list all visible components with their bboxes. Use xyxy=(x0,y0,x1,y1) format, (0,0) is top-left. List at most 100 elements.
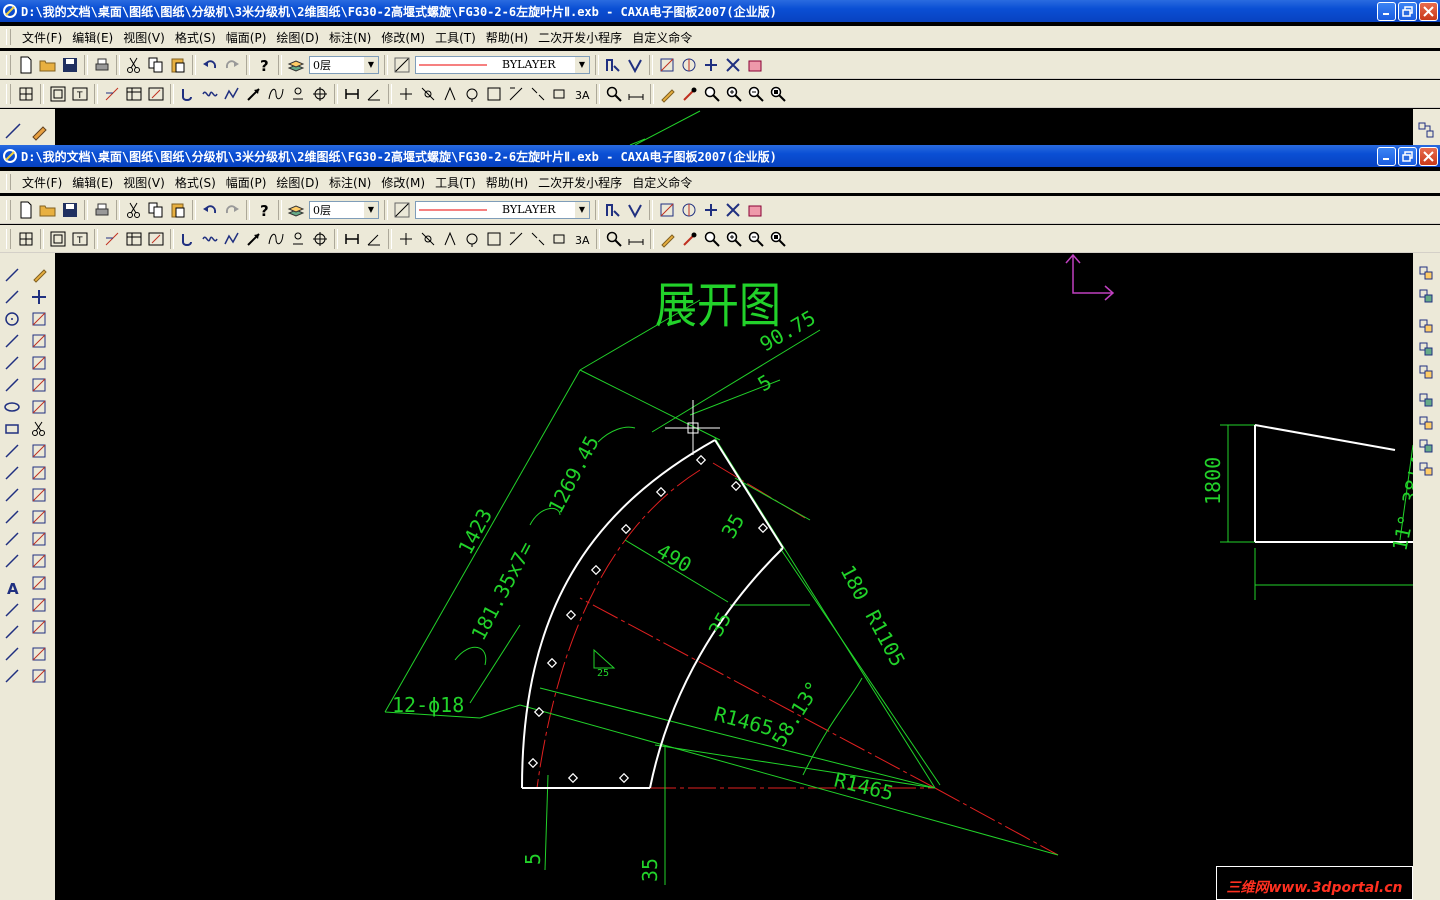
menu-edit[interactable]: 编辑(E) xyxy=(67,174,118,191)
hook-icon[interactable] xyxy=(178,84,198,104)
curve-icon[interactable] xyxy=(266,84,286,104)
center-mark-icon[interactable] xyxy=(310,229,330,249)
dim-c-icon[interactable] xyxy=(440,229,460,249)
dim-d-icon[interactable] xyxy=(462,229,482,249)
help-icon[interactable]: ? xyxy=(254,200,274,220)
zoom-window-icon[interactable] xyxy=(702,229,722,249)
parallel-line-icon[interactable] xyxy=(2,287,22,307)
menu-edit[interactable]: 编辑(E) xyxy=(67,29,118,46)
menu-dimension[interactable]: 标注(N) xyxy=(324,174,376,191)
title-block-icon[interactable]: T xyxy=(70,229,90,249)
tool-a-icon[interactable] xyxy=(657,200,677,220)
dim-style-icon[interactable] xyxy=(29,644,49,664)
toolbar-grip[interactable] xyxy=(6,199,11,220)
zoom-all-icon[interactable] xyxy=(768,229,788,249)
anchor-icon[interactable] xyxy=(288,84,308,104)
view-a-icon[interactable] xyxy=(1416,390,1436,410)
layer-select[interactable]: 0层 ▼ xyxy=(309,55,379,74)
arc-icon[interactable] xyxy=(2,331,22,351)
dim-h-icon[interactable] xyxy=(550,229,570,249)
linear-dim-icon[interactable] xyxy=(342,84,362,104)
linetype-select[interactable]: BYLAYER ▼ xyxy=(415,200,590,219)
angle-dim-icon[interactable] xyxy=(364,84,384,104)
chevron-down-icon[interactable]: ▼ xyxy=(575,56,589,73)
insert-icon[interactable] xyxy=(2,622,22,642)
circle-icon[interactable] xyxy=(2,309,22,329)
dim-g-icon[interactable] xyxy=(528,84,548,104)
new-file-icon[interactable] xyxy=(16,55,36,75)
dim-c-icon[interactable] xyxy=(440,84,460,104)
view-c-icon[interactable] xyxy=(1416,436,1436,456)
fillet-icon[interactable] xyxy=(29,441,49,461)
table-icon[interactable] xyxy=(124,229,144,249)
arrow-tool-icon[interactable] xyxy=(244,229,264,249)
paste-icon[interactable] xyxy=(168,200,188,220)
point-icon[interactable] xyxy=(2,375,22,395)
redraw-icon[interactable] xyxy=(16,84,36,104)
menu-format[interactable]: 格式(S) xyxy=(170,174,221,191)
wave-icon[interactable] xyxy=(200,84,220,104)
linetype-icon[interactable] xyxy=(392,200,412,220)
zigzag-icon[interactable] xyxy=(222,229,242,249)
dim-f-icon[interactable] xyxy=(506,229,526,249)
fill-icon[interactable] xyxy=(2,551,22,571)
back-window-titlebar[interactable]: D:\我的文档\桌面\图纸\图纸\分级机\3米分级机\2维图纸\FG30-2高堰… xyxy=(0,0,1440,22)
linetype-icon[interactable] xyxy=(392,55,412,75)
close-button[interactable] xyxy=(1419,146,1438,166)
polyline-icon[interactable] xyxy=(2,463,22,483)
query-icon[interactable] xyxy=(604,84,624,104)
frame-icon[interactable] xyxy=(48,229,68,249)
anchor-icon[interactable] xyxy=(288,229,308,249)
restore-button[interactable] xyxy=(1398,146,1417,166)
measure-icon[interactable] xyxy=(626,229,646,249)
match-props-icon[interactable] xyxy=(1416,362,1436,382)
menu-view[interactable]: 视图(V) xyxy=(118,29,170,46)
copy-obj-icon[interactable] xyxy=(29,309,49,329)
centerline-icon[interactable] xyxy=(2,485,22,505)
symbol-icon[interactable] xyxy=(2,666,22,686)
rotate-icon[interactable] xyxy=(29,353,49,373)
tool-d-icon[interactable] xyxy=(723,55,743,75)
line-tool-icon[interactable] xyxy=(3,121,23,141)
view-d-icon[interactable] xyxy=(1416,459,1436,479)
linetype-select[interactable]: BYLAYER ▼ xyxy=(415,55,590,74)
text-icon[interactable]: A xyxy=(2,578,22,598)
center-mark-icon[interactable] xyxy=(310,84,330,104)
print-icon[interactable] xyxy=(92,200,112,220)
menubar-grip[interactable] xyxy=(6,29,11,45)
angle-dim-icon[interactable] xyxy=(364,229,384,249)
menu-tools[interactable]: 工具(T) xyxy=(430,174,481,191)
cut-icon[interactable] xyxy=(124,200,144,220)
mirror-icon[interactable] xyxy=(29,331,49,351)
dim-edit-icon[interactable] xyxy=(29,617,49,637)
curve-icon[interactable] xyxy=(266,229,286,249)
dim-f-icon[interactable] xyxy=(506,84,526,104)
tool-d-icon[interactable] xyxy=(723,200,743,220)
line-icon[interactable] xyxy=(2,265,22,285)
equidistant-icon[interactable] xyxy=(2,507,22,527)
zoom-out-icon[interactable] xyxy=(746,229,766,249)
point-snap-icon[interactable] xyxy=(625,55,645,75)
dim-e-icon[interactable] xyxy=(484,229,504,249)
tool-a-icon[interactable] xyxy=(657,55,677,75)
move-icon[interactable] xyxy=(29,287,49,307)
zoom-in-icon[interactable] xyxy=(724,229,744,249)
undo-icon[interactable] xyxy=(200,200,220,220)
menu-modify[interactable]: 修改(M) xyxy=(376,174,430,191)
spline-icon[interactable] xyxy=(2,353,22,373)
menu-custom-commands[interactable]: 自定义命令 xyxy=(627,174,697,191)
trim-icon[interactable] xyxy=(29,419,49,439)
brush-icon[interactable] xyxy=(680,84,700,104)
scale-icon[interactable] xyxy=(29,397,49,417)
dimension-tool-icon[interactable] xyxy=(102,84,122,104)
close-button[interactable] xyxy=(1419,1,1438,21)
brush-tool-icon[interactable] xyxy=(29,666,49,686)
ellipse-icon[interactable] xyxy=(2,397,22,417)
arrow-tool-icon[interactable] xyxy=(244,84,264,104)
stretch-icon[interactable] xyxy=(29,507,49,527)
layer-icon[interactable] xyxy=(286,55,306,75)
open-folder-icon[interactable] xyxy=(38,200,58,220)
menu-draw[interactable]: 绘图(D) xyxy=(271,174,324,191)
zigzag-icon[interactable] xyxy=(222,84,242,104)
copy-icon[interactable] xyxy=(146,55,166,75)
